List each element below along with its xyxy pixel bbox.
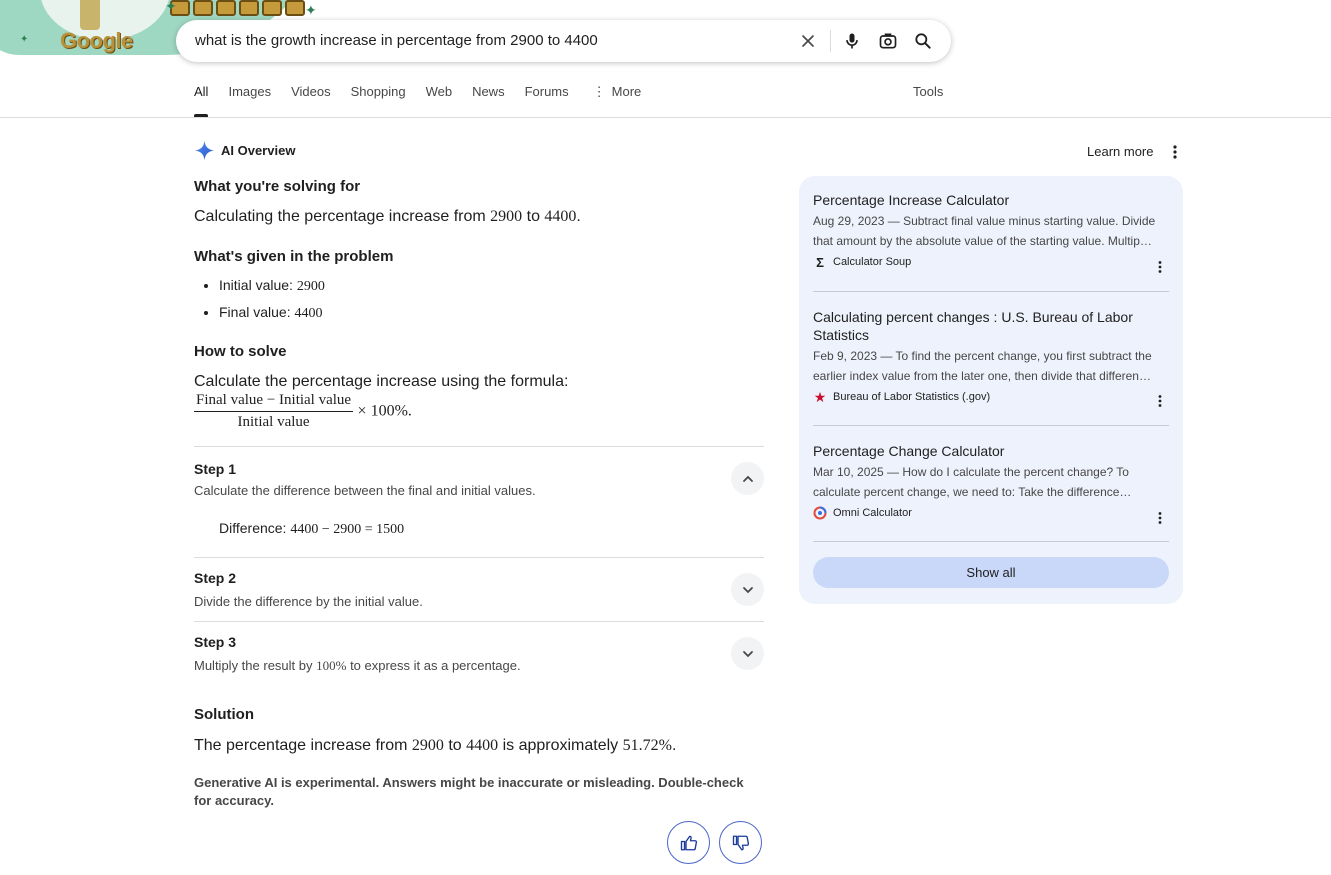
given-list: Initial value: 2900 Final value: 4400	[194, 277, 764, 322]
source-card[interactable]: Calculating percent changes : U.S. Burea…	[813, 308, 1169, 407]
formula-tail: × 100%.	[357, 402, 412, 420]
tab-videos[interactable]: Videos	[291, 84, 331, 117]
source-divider	[813, 541, 1169, 542]
step-title: Step 3	[194, 634, 237, 650]
solution-text: The percentage increase from 2900 to 440…	[194, 737, 677, 754]
tab-images[interactable]: Images	[228, 84, 271, 117]
doodle-tiles	[170, 0, 305, 16]
given-heading: What's given in the problem	[194, 248, 394, 265]
search-bar[interactable]: what is the growth increase in percentag…	[176, 20, 951, 62]
thumbs-down-button[interactable]	[719, 821, 762, 864]
step-description: Divide the difference by the initial val…	[194, 594, 423, 609]
thumbs-down-icon	[732, 835, 749, 850]
microphone-icon[interactable]	[840, 29, 864, 53]
tab-shopping[interactable]: Shopping	[351, 84, 406, 117]
chevron-down-icon[interactable]	[731, 637, 764, 670]
tab-more-label: More	[611, 84, 642, 99]
source-snippet: Aug 29, 2023 — Subtract final value minu…	[813, 214, 1156, 248]
step-detail: Difference: 4400 − 2900 = 1500	[219, 520, 405, 537]
more-options-icon[interactable]	[1155, 511, 1165, 530]
bls-star-icon: ★	[813, 388, 827, 405]
source-divider	[813, 425, 1169, 426]
step-description: Calculate the difference between the fin…	[194, 483, 536, 498]
chevron-up-icon[interactable]	[731, 462, 764, 495]
step-title: Step 1	[194, 461, 237, 477]
star-icon: ✦	[165, 0, 177, 14]
source-card[interactable]: Percentage Change Calculator Mar 10, 202…	[813, 442, 1169, 524]
tab-all[interactable]: All	[194, 84, 209, 117]
formula-numerator: Final value − Initial value	[194, 392, 354, 412]
source-snippet: Mar 10, 2025 — How do I calculate the pe…	[813, 465, 1132, 499]
more-options-icon[interactable]	[1155, 260, 1165, 279]
learn-more-link[interactable]: Learn more	[1087, 144, 1153, 159]
how-text: Calculate the percentage increase using …	[194, 373, 569, 390]
list-item: Final value: 4400	[219, 304, 764, 322]
list-item: Initial value: 2900	[219, 277, 764, 295]
sigma-icon: Σ	[816, 254, 824, 270]
doodle-pillar	[80, 0, 100, 30]
step-description: Multiply the result by 100% to express i…	[194, 658, 521, 673]
source-site: ★ Bureau of Labor Statistics (.gov)	[813, 388, 991, 405]
source-title[interactable]: Percentage Change Calculator	[813, 442, 1169, 460]
more-options-icon[interactable]	[1168, 144, 1182, 165]
formula-denominator: Initial value	[237, 414, 310, 430]
source-title[interactable]: Calculating percent changes : U.S. Burea…	[813, 308, 1169, 344]
step-title: Step 2	[194, 570, 237, 586]
tab-news[interactable]: News	[472, 84, 505, 117]
thumbs-up-icon	[680, 835, 697, 850]
search-tabs: All Images Videos Shopping Web News Foru…	[194, 84, 661, 117]
solving-heading: What you're solving for	[194, 178, 361, 195]
tab-more[interactable]: ⋮ More	[593, 84, 642, 117]
ai-overview-title: AI Overview	[221, 143, 296, 158]
omni-logo-icon	[813, 506, 827, 520]
lens-icon[interactable]	[876, 29, 900, 53]
gemini-sparkle-icon	[194, 140, 215, 161]
source-snippet: Feb 9, 2023 — To find the percent change…	[813, 349, 1152, 383]
source-title[interactable]: Percentage Increase Calculator	[813, 191, 1169, 209]
solving-text: Calculating the percentage increase from…	[194, 208, 581, 225]
chevron-down-icon[interactable]	[731, 573, 764, 606]
step-1[interactable]: Step 1 Calculate the difference between …	[194, 446, 764, 557]
tab-forums[interactable]: Forums	[525, 84, 569, 117]
show-all-button[interactable]: Show all	[813, 557, 1169, 588]
google-logo[interactable]: Google	[60, 28, 133, 54]
source-card[interactable]: Percentage Increase Calculator Aug 29, 2…	[813, 191, 1169, 273]
sources-panel: Percentage Increase Calculator Aug 29, 2…	[799, 176, 1183, 604]
ai-overview-content: What you're solving for Calculating the …	[194, 178, 764, 431]
search-input[interactable]: what is the growth increase in percentag…	[195, 32, 598, 49]
header-divider	[0, 117, 1331, 118]
star-icon: ✦	[20, 34, 29, 45]
search-divider	[830, 30, 831, 52]
clear-icon[interactable]	[796, 29, 820, 53]
thumbs-up-button[interactable]	[667, 821, 710, 864]
how-heading: How to solve	[194, 343, 287, 360]
formula: Final value − Initial value Initial value…	[194, 392, 764, 431]
more-options-icon[interactable]	[1155, 394, 1165, 413]
step-3[interactable]: Step 3 Multiply the result by 100% to ex…	[194, 621, 764, 685]
ai-overview-header: AI Overview	[194, 140, 295, 161]
step-2[interactable]: Step 2 Divide the difference by the init…	[194, 557, 764, 621]
star-icon: ✦	[305, 2, 317, 18]
solution-heading: Solution	[194, 706, 254, 723]
tools-button[interactable]: Tools	[913, 84, 943, 99]
tab-web[interactable]: Web	[426, 84, 453, 117]
more-vert-icon: ⋮	[592, 84, 606, 99]
search-icon[interactable]	[911, 29, 935, 53]
source-divider	[813, 291, 1169, 292]
ai-disclaimer: Generative AI is experimental. Answers m…	[194, 775, 744, 808]
source-site: Σ Calculator Soup	[813, 254, 1169, 270]
source-site: Omni Calculator	[813, 506, 1169, 520]
